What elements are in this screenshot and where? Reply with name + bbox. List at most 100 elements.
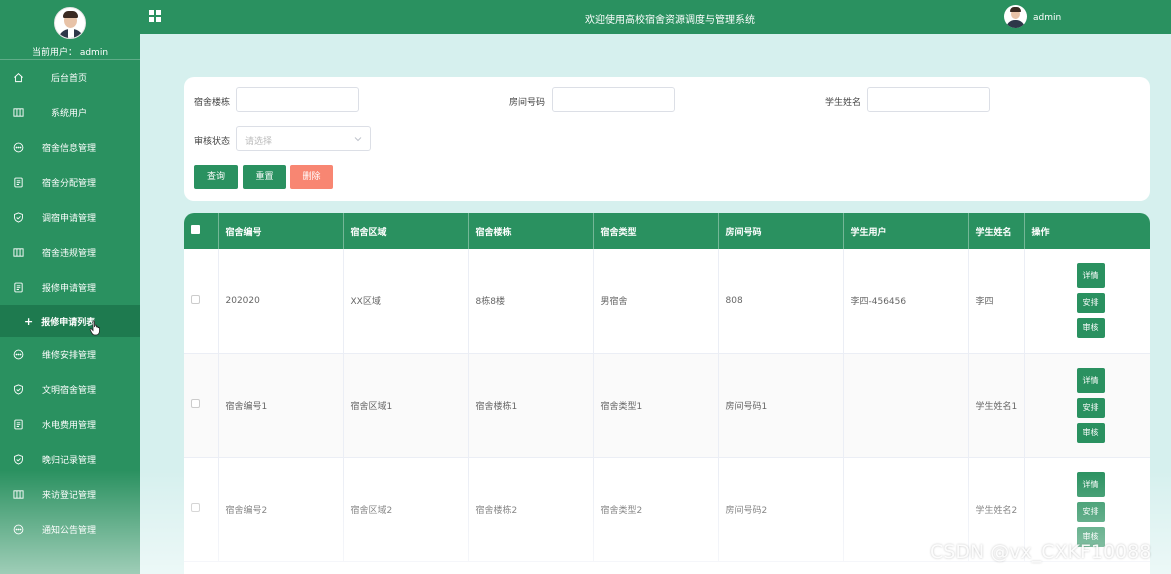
- reset-button[interactable]: 重置: [243, 165, 286, 189]
- table-cell: 宿舍楼栋2: [468, 457, 594, 562]
- table-cell: 宿舍类型2: [593, 457, 719, 562]
- arrange-button[interactable]: 安排: [1076, 397, 1105, 418]
- shield-check-icon: [12, 454, 24, 466]
- column-header[interactable]: 房间号码: [718, 213, 844, 249]
- chat-icon: [12, 142, 24, 154]
- search-panel: 宿舍楼栋 房间号码 学生姓名 审核状态 请选择 查询 重置 删除: [184, 77, 1150, 201]
- student-name-input[interactable]: [867, 87, 990, 112]
- sidebar-item-dorm-info[interactable]: 宿舍信息管理: [0, 130, 140, 165]
- column-header: 操作: [1024, 213, 1150, 249]
- review-button[interactable]: 审核: [1076, 318, 1105, 339]
- arrange-button[interactable]: 安排: [1076, 501, 1105, 522]
- row-checkbox[interactable]: [191, 503, 200, 512]
- sidebar-item-home[interactable]: 后台首页: [0, 60, 140, 95]
- sidebar-item-label: 水电费用管理: [41, 421, 96, 431]
- sidebar-item-civilized-dorm[interactable]: 文明宿舍管理: [0, 372, 140, 407]
- column-header[interactable]: 宿舍区域: [343, 213, 469, 249]
- column-header[interactable]: 宿舍编号: [218, 213, 344, 249]
- sidebar-item-repair-requests[interactable]: 报修申请管理: [0, 270, 140, 305]
- sidebar-item-label: 宿舍信息管理: [41, 144, 96, 154]
- column-header[interactable]: 宿舍类型: [593, 213, 719, 249]
- home-icon: [12, 72, 24, 84]
- chat-icon: [12, 349, 24, 361]
- avatar[interactable]: [54, 7, 86, 39]
- table-cell: 男宿舍: [593, 249, 719, 354]
- sidebar-item-late-return[interactable]: 晚归记录管理: [0, 442, 140, 477]
- arrange-button[interactable]: 安排: [1076, 293, 1105, 314]
- sidebar-item-maintenance[interactable]: 维修安排管理: [0, 337, 140, 372]
- sidebar-item-utility-fees[interactable]: 水电费用管理: [0, 407, 140, 442]
- sidebar-item-label: 通知公告管理: [41, 526, 96, 536]
- columns-icon: [12, 489, 24, 501]
- table-header-row: 宿舍编号 宿舍区域 宿舍楼栋 宿舍类型 房间号码 学生用户 学生姓名 操作: [184, 213, 1150, 249]
- table-cell: 房间号码1: [718, 353, 844, 458]
- building-input[interactable]: [236, 87, 359, 112]
- detail-button[interactable]: 详情: [1076, 367, 1105, 393]
- header-avatar[interactable]: [1004, 5, 1027, 28]
- sidebar-item-label: 维修安排管理: [41, 351, 96, 361]
- sidebar-item-label: 宿舍违规管理: [41, 249, 96, 259]
- table-cell: 宿舍区域1: [343, 353, 469, 458]
- sidebar-menu: 后台首页 系统用户 宿舍信息管理 宿舍分配管理 调宿申请管理 宿舍违规管理 报修…: [0, 60, 140, 547]
- sidebar-item-label: 调宿申请管理: [41, 214, 96, 224]
- status-select[interactable]: 请选择: [236, 126, 371, 151]
- select-all-checkbox[interactable]: [191, 225, 200, 234]
- sidebar-item-label: 系统用户: [50, 109, 87, 119]
- sidebar-item-label: 来访登记管理: [41, 491, 96, 501]
- building-label: 宿舍楼栋: [194, 98, 231, 108]
- status-select-placeholder: 请选择: [245, 137, 273, 147]
- top-bar: 欢迎使用高校宿舍资源调度与管理系统 admin: [140, 0, 1171, 34]
- detail-button[interactable]: 详情: [1076, 471, 1105, 497]
- table-cell: XX区域: [343, 249, 469, 354]
- row-checkbox[interactable]: [191, 399, 200, 408]
- detail-button[interactable]: 详情: [1076, 263, 1105, 289]
- sidebar-item-label: 晚归记录管理: [41, 456, 96, 466]
- column-header[interactable]: 学生姓名: [968, 213, 1025, 249]
- table-cell: 宿舍类型1: [593, 353, 719, 458]
- sidebar-item-announcements[interactable]: 通知公告管理: [0, 512, 140, 547]
- review-button[interactable]: 审核: [1076, 422, 1105, 443]
- sidebar-item-violations[interactable]: 宿舍违规管理: [0, 235, 140, 270]
- sidebar-item-label: 报修申请管理: [41, 284, 96, 294]
- status-label: 审核状态: [194, 137, 231, 147]
- sidebar-item-label: 后台首页: [50, 74, 87, 84]
- column-header[interactable]: 学生用户: [843, 213, 969, 249]
- sidebar-item-transfer-requests[interactable]: 调宿申请管理: [0, 200, 140, 235]
- table-cell: 宿舍编号2: [218, 457, 344, 562]
- hand-cursor-icon: [89, 320, 100, 336]
- header-username[interactable]: admin: [1033, 13, 1061, 23]
- watermark: CSDN @vx_CXKF10088: [930, 541, 1152, 563]
- table-cell: 李四: [968, 249, 1025, 354]
- document-icon: [12, 419, 24, 431]
- document-icon: [12, 282, 24, 294]
- chat-icon: [12, 524, 24, 536]
- table-cell: 宿舍楼栋1: [468, 353, 594, 458]
- sidebar-item-system-users[interactable]: 系统用户: [0, 95, 140, 130]
- delete-button[interactable]: 删除: [290, 165, 333, 189]
- current-user-label: 当前用户： admin: [31, 48, 109, 58]
- row-checkbox[interactable]: [191, 294, 200, 304]
- actions-cell: 详情 安排 审核: [1024, 353, 1150, 458]
- table-row[interactable]: 宿舍编号1 宿舍区域1 宿舍楼栋1 宿舍类型1 房间号码1 学生姓名1 详情 安…: [184, 353, 1150, 458]
- sidebar-subitem-repair-request-list[interactable]: + 报修申请列表: [0, 305, 140, 337]
- sidebar-header: 当前用户： admin: [0, 0, 140, 60]
- table-cell: 202020: [218, 249, 344, 354]
- table-cell: 学生姓名1: [968, 353, 1025, 458]
- table-cell: 宿舍编号1: [218, 353, 344, 458]
- sidebar: 当前用户： admin 后台首页 系统用户 宿舍信息管理 宿舍分配管理 调宿申请…: [0, 0, 140, 574]
- table-cell: 李四-456456: [843, 249, 969, 354]
- actions-cell: 详情 安排 审核: [1024, 249, 1150, 354]
- sidebar-item-label: 宿舍分配管理: [41, 179, 96, 189]
- query-button[interactable]: 查询: [194, 165, 238, 189]
- column-header[interactable]: 宿舍楼栋: [468, 213, 594, 249]
- table-cell: 宿舍区域2: [343, 457, 469, 562]
- room-input[interactable]: [552, 87, 675, 112]
- sidebar-item-dorm-allocation[interactable]: 宿舍分配管理: [0, 165, 140, 200]
- student-name-label: 学生姓名: [825, 98, 862, 108]
- shield-check-icon: [12, 384, 24, 396]
- columns-icon: [12, 107, 24, 119]
- sidebar-item-visitor-log[interactable]: 来访登记管理: [0, 477, 140, 512]
- document-icon: [12, 177, 24, 189]
- table-row[interactable]: 202020 XX区域 8栋8楼 男宿舍 808 李四-456456 李四 详情…: [184, 249, 1150, 354]
- table-cell: [843, 353, 969, 458]
